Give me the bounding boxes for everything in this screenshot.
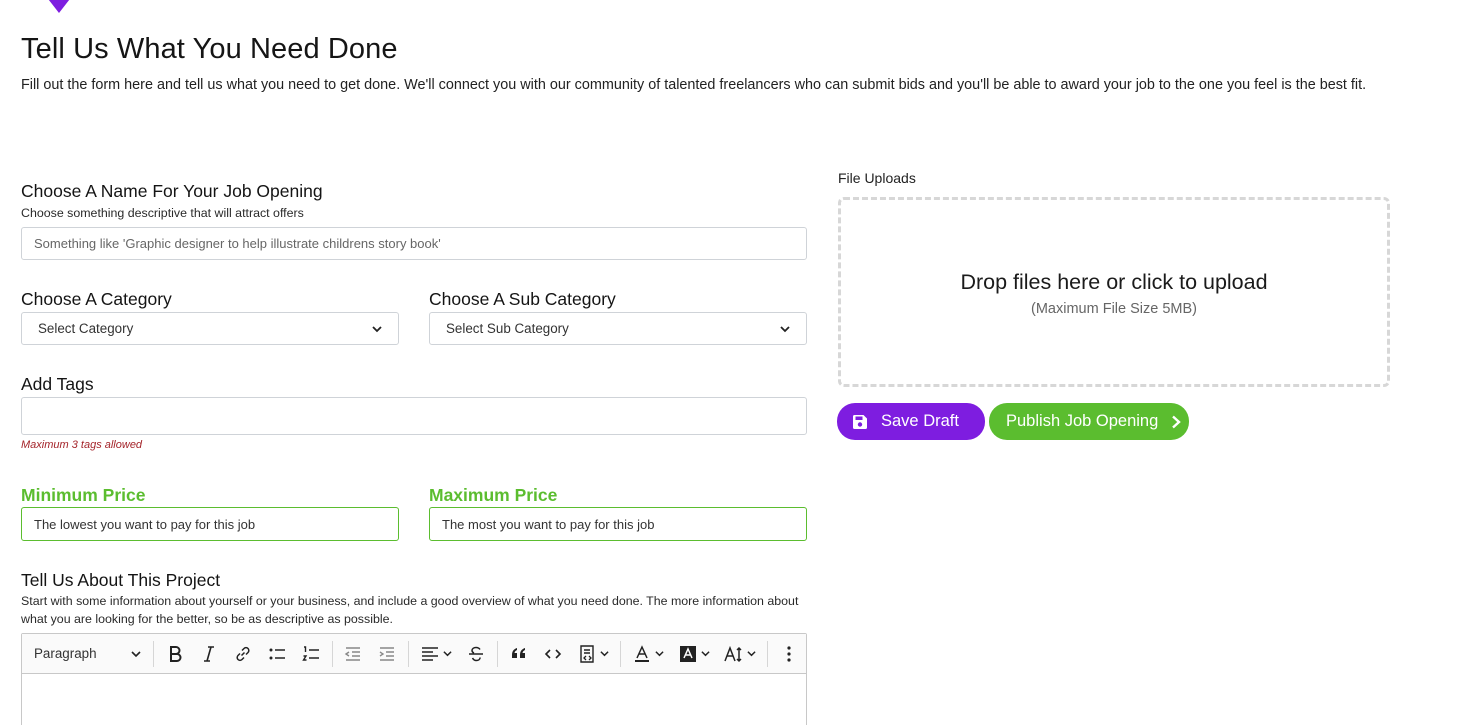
category-select[interactable]: Select Category <box>21 312 399 345</box>
file-dropzone[interactable]: Drop files here or click to upload (Maxi… <box>838 197 1390 387</box>
chevron-down-icon <box>747 651 756 657</box>
publish-job-button[interactable]: Publish Job Opening <box>989 403 1189 440</box>
chevron-down-icon <box>780 325 790 332</box>
paragraph-style-dropdown[interactable]: Paragraph <box>22 634 149 674</box>
editor-content-area[interactable] <box>22 674 806 725</box>
min-price-label: Minimum Price <box>21 485 146 505</box>
link-icon <box>236 646 250 661</box>
code-block-dropdown[interactable] <box>570 639 616 669</box>
font-size-icon <box>724 645 742 662</box>
save-draft-label: Save Draft <box>881 412 959 430</box>
dropzone-size-hint: (Maximum File Size 5MB) <box>1031 301 1197 317</box>
align-dropdown[interactable] <box>413 639 459 669</box>
toolbar-divider <box>620 640 622 667</box>
font-background-dropdown[interactable] <box>671 639 717 669</box>
blockquote-button[interactable] <box>502 639 536 669</box>
strikethrough-button[interactable] <box>459 639 493 669</box>
tags-input[interactable] <box>21 397 807 435</box>
rich-text-editor[interactable]: Paragraph <box>21 633 807 725</box>
align-icon <box>422 646 439 661</box>
page-title: Tell Us What You Need Done <box>21 33 398 65</box>
file-uploads-label: File Uploads <box>838 170 916 186</box>
paragraph-style-value: Paragraph <box>34 646 97 661</box>
category-label: Choose A Category <box>21 289 172 309</box>
publish-job-label: Publish Job Opening <box>1006 412 1159 430</box>
bold-button[interactable] <box>158 639 192 669</box>
max-price-label: Maximum Price <box>429 485 558 505</box>
tags-limit-hint: Maximum 3 tags allowed <box>21 439 143 451</box>
chevron-down-icon <box>701 651 710 657</box>
chevron-right-icon <box>1172 415 1182 428</box>
italic-icon <box>203 645 214 662</box>
brand-logo[interactable] <box>38 0 80 13</box>
font-color-dropdown[interactable] <box>625 639 671 669</box>
save-icon <box>853 414 867 429</box>
chevron-down-icon <box>600 651 609 657</box>
blockquote-icon <box>512 647 526 658</box>
font-color-icon <box>635 644 650 662</box>
project-label: Tell Us About This Project <box>21 570 221 590</box>
code-button[interactable] <box>536 639 570 669</box>
font-size-dropdown[interactable] <box>717 639 763 669</box>
font-background-icon <box>680 645 697 662</box>
dropzone-text: Drop files here or click to upload <box>960 270 1268 294</box>
more-options-button[interactable] <box>772 639 806 669</box>
max-price-input[interactable] <box>429 507 807 541</box>
indent-icon <box>380 646 395 661</box>
job-name-input[interactable] <box>21 227 807 260</box>
job-name-label: Choose A Name For Your Job Opening <box>21 181 323 201</box>
sub-category-select[interactable]: Select Sub Category <box>429 312 807 345</box>
outdent-icon <box>345 646 361 661</box>
sub-category-selected-value: Select Sub Category <box>446 321 569 336</box>
chevron-down-icon <box>655 651 664 657</box>
save-draft-button[interactable]: Save Draft <box>837 403 985 440</box>
bold-icon <box>169 645 182 662</box>
italic-button[interactable] <box>192 639 226 669</box>
numbered-list-icon <box>301 645 319 661</box>
min-price-input[interactable] <box>21 507 399 541</box>
chevron-down-icon <box>443 651 452 657</box>
code-icon <box>545 648 562 659</box>
toolbar-divider <box>331 640 333 667</box>
more-options-icon <box>787 645 791 662</box>
numbered-list-button[interactable] <box>294 639 328 669</box>
category-selected-value: Select Category <box>38 321 134 336</box>
editor-toolbar: Paragraph <box>22 634 806 674</box>
tags-label: Add Tags <box>21 374 94 394</box>
toolbar-divider <box>408 640 410 667</box>
toolbar-divider <box>497 640 499 667</box>
bulleted-list-icon <box>269 648 285 659</box>
chevron-down-icon <box>372 325 382 332</box>
chevron-down-icon <box>131 650 141 657</box>
toolbar-divider <box>767 640 769 667</box>
bulleted-list-button[interactable] <box>260 639 294 669</box>
strikethrough-icon <box>469 646 484 661</box>
project-hint: Start with some information about yourse… <box>21 594 799 626</box>
page-intro: Fill out the form here and tell us what … <box>21 77 1367 93</box>
outdent-button[interactable] <box>336 639 370 669</box>
toolbar-divider <box>152 640 154 667</box>
job-name-hint: Choose something descriptive that will a… <box>21 206 304 220</box>
sub-category-label: Choose A Sub Category <box>429 289 616 309</box>
indent-button[interactable] <box>370 639 404 669</box>
link-button[interactable] <box>226 639 260 669</box>
code-block-icon <box>580 644 594 663</box>
